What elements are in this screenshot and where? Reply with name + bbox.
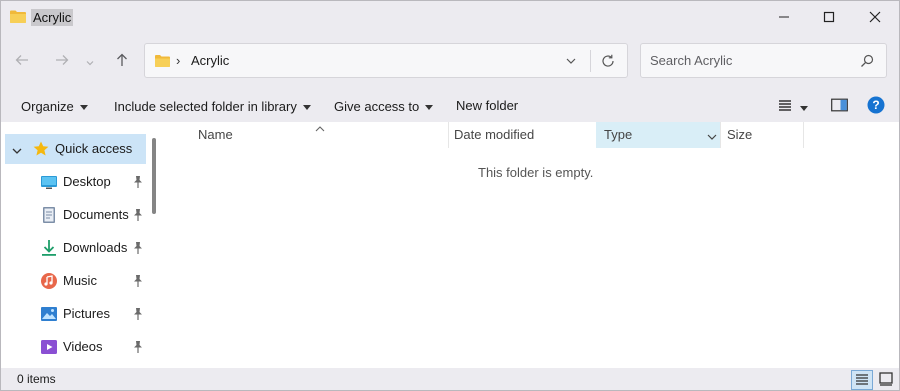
content-area: Quick access Desktop Documents Downloads… — [1, 122, 899, 368]
forward-button[interactable] — [49, 48, 75, 74]
recent-locations-button[interactable] — [79, 48, 101, 74]
preview-pane-button[interactable] — [829, 96, 849, 116]
new-folder-button[interactable]: New folder — [456, 97, 518, 115]
status-bar: 0 items — [1, 368, 899, 391]
music-icon — [40, 272, 58, 290]
change-view-button[interactable] — [773, 96, 813, 116]
caret-down-icon — [425, 97, 434, 115]
organize-button[interactable]: Organize — [21, 97, 88, 115]
breadcrumb-item[interactable]: Acrylic — [191, 53, 229, 68]
sidebar-item-documents[interactable]: Documents — [5, 200, 146, 230]
pin-icon — [132, 274, 144, 288]
column-header-date-modified[interactable]: Date modified — [454, 122, 534, 148]
pin-icon — [132, 307, 144, 321]
star-icon — [32, 140, 50, 158]
arrow-up-icon — [116, 53, 128, 70]
file-list[interactable]: Name Date modified Type Size This folder… — [162, 122, 899, 368]
up-button[interactable] — [109, 48, 135, 74]
arrow-right-icon — [55, 54, 69, 69]
organize-label: Organize — [21, 99, 74, 114]
maximize-button[interactable] — [806, 1, 852, 33]
folder-icon — [9, 9, 27, 24]
column-header-size[interactable]: Size — [727, 122, 752, 148]
details-view-button[interactable] — [851, 370, 873, 390]
folder-icon — [154, 54, 171, 68]
caret-down-icon — [302, 97, 311, 115]
column-divider[interactable] — [803, 122, 804, 148]
svg-text:?: ? — [872, 98, 879, 112]
give-access-label: Give access to — [334, 99, 420, 114]
refresh-icon — [602, 54, 614, 67]
preview-pane-icon — [830, 98, 848, 115]
sidebar-item-label: Desktop — [63, 174, 111, 189]
back-button[interactable] — [9, 48, 35, 74]
sidebar-item-label: Pictures — [63, 306, 110, 321]
help-icon: ? — [867, 96, 885, 117]
chevron-down-icon[interactable] — [12, 144, 22, 154]
sidebar-item-music[interactable]: Music — [5, 266, 146, 296]
chevron-down-icon — [86, 54, 94, 69]
desktop-icon — [40, 173, 58, 191]
search-icon[interactable] — [859, 53, 875, 69]
pin-icon — [132, 340, 144, 354]
sidebar-item-downloads[interactable]: Downloads — [5, 233, 146, 263]
give-access-button[interactable]: Give access to — [334, 97, 434, 115]
large-icons-view-button[interactable] — [875, 370, 897, 390]
item-count: 0 items — [17, 372, 56, 386]
pin-icon — [132, 241, 144, 255]
sidebar-item-label: Quick access — [55, 141, 133, 156]
include-in-library-button[interactable]: Include selected folder in library — [114, 97, 311, 115]
divider — [590, 50, 591, 72]
minimize-icon — [778, 11, 790, 23]
sidebar-item-videos[interactable]: Videos — [5, 332, 146, 362]
sidebar-item-label: Videos — [63, 339, 103, 354]
breadcrumb-separator[interactable]: › — [176, 53, 180, 68]
close-button[interactable] — [852, 1, 898, 33]
help-button[interactable]: ? — [866, 96, 886, 116]
details-view-icon — [855, 373, 869, 388]
arrow-left-icon — [15, 54, 29, 69]
documents-icon — [40, 206, 58, 224]
column-header-type[interactable]: Type — [596, 122, 720, 148]
title-bar: Acrylic — [1, 1, 899, 33]
downloads-icon — [40, 239, 58, 257]
caret-down-icon — [79, 97, 88, 115]
sidebar-item-quick-access[interactable]: Quick access — [5, 134, 146, 164]
details-view-icon — [778, 99, 792, 114]
large-icons-view-icon — [879, 371, 893, 389]
window-title: Acrylic — [31, 9, 74, 26]
address-bar[interactable]: › Acrylic — [144, 43, 628, 78]
empty-folder-message: This folder is empty. — [478, 165, 594, 180]
column-divider[interactable] — [720, 122, 721, 148]
sidebar-item-label: Downloads — [63, 240, 128, 255]
column-header-name[interactable]: Name — [198, 122, 233, 148]
sidebar-item-label: Documents — [63, 207, 129, 222]
navigation-pane[interactable]: Quick access Desktop Documents Downloads… — [1, 122, 160, 368]
sidebar-item-desktop[interactable]: Desktop — [5, 167, 146, 197]
search-input[interactable]: Search Acrylic — [650, 53, 732, 68]
chevron-down-icon — [566, 58, 576, 64]
pin-icon — [132, 208, 144, 222]
address-history-button[interactable] — [561, 52, 581, 70]
include-label: Include selected folder in library — [114, 99, 297, 114]
pictures-icon — [40, 305, 58, 323]
chevron-down-icon[interactable] — [707, 130, 717, 140]
maximize-icon — [823, 11, 835, 23]
minimize-button[interactable] — [761, 1, 807, 33]
column-divider[interactable] — [448, 122, 449, 148]
command-bar: Organize Include selected folder in libr… — [1, 89, 899, 122]
refresh-button[interactable] — [597, 52, 619, 70]
search-box[interactable]: Search Acrylic — [640, 43, 887, 78]
explorer-window: Acrylic › Acrylic Search Acrylic Organiz… — [0, 0, 900, 391]
sidebar-item-pictures[interactable]: Pictures — [5, 299, 146, 329]
navigation-pane-scrollbar[interactable] — [152, 138, 156, 214]
sidebar-item-label: Music — [63, 273, 97, 288]
sort-ascending-icon — [315, 121, 325, 132]
videos-icon — [40, 338, 58, 356]
pin-icon — [132, 175, 144, 189]
new-folder-label: New folder — [456, 98, 519, 113]
close-icon — [869, 11, 881, 23]
caret-down-icon — [800, 99, 808, 114]
